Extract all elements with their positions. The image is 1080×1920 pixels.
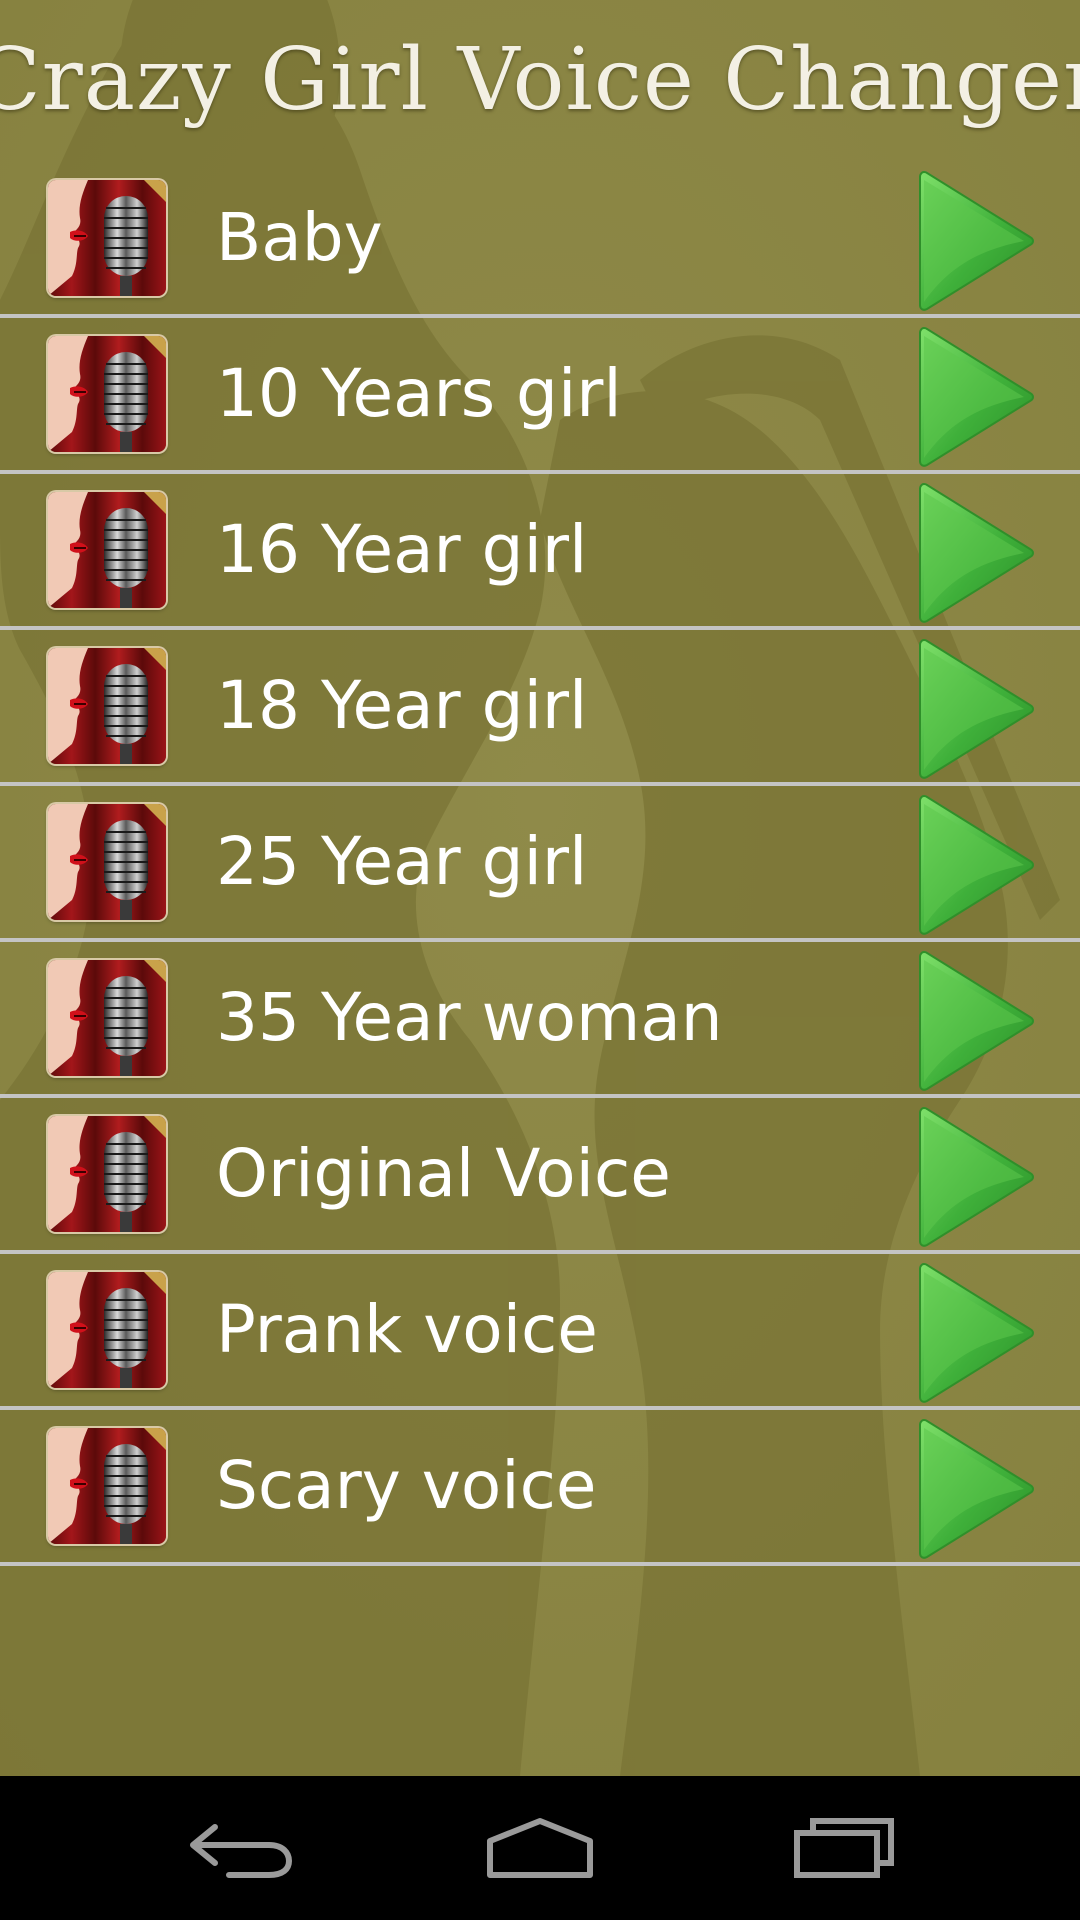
voice-label: Baby [216,199,383,276]
singer-microphone-icon [48,960,166,1076]
voice-label: 25 Year girl [216,823,588,900]
home-icon[interactable] [440,1776,640,1920]
voice-label: Prank voice [216,1291,598,1368]
screen: Crazy Girl Voice Changer Baby 10 Years g… [0,0,1080,1920]
voice-row[interactable]: Baby [0,162,1080,318]
voice-label: 16 Year girl [216,511,588,588]
play-icon[interactable] [918,324,1038,470]
singer-microphone-icon [48,180,166,296]
voice-label: 10 Years girl [216,355,622,432]
voice-row[interactable]: 35 Year woman [0,942,1080,1098]
play-icon[interactable] [918,480,1038,626]
voice-row[interactable]: 10 Years girl [0,318,1080,474]
voice-label: 35 Year woman [216,979,723,1056]
voice-row[interactable]: 16 Year girl [0,474,1080,630]
play-icon[interactable] [918,168,1038,314]
singer-microphone-icon [48,1272,166,1388]
singer-microphone-icon [48,336,166,452]
app-title: Crazy Girl Voice Changer [0,30,1080,130]
singer-microphone-icon [48,648,166,764]
back-icon[interactable] [140,1776,340,1920]
singer-microphone-icon [48,804,166,920]
play-icon[interactable] [918,1416,1038,1562]
voice-row[interactable]: Prank voice [0,1254,1080,1410]
recents-icon[interactable] [744,1776,944,1920]
singer-microphone-icon [48,492,166,608]
voice-list: Baby 10 Years girl 16 Year girl 18 Year … [0,162,1080,1566]
play-icon[interactable] [918,636,1038,782]
voice-label: Scary voice [216,1447,597,1524]
voice-row[interactable]: 25 Year girl [0,786,1080,942]
play-icon[interactable] [918,1104,1038,1250]
voice-row[interactable]: 18 Year girl [0,630,1080,786]
voice-label: Original Voice [216,1135,671,1212]
play-icon[interactable] [918,948,1038,1094]
voice-label: 18 Year girl [216,667,588,744]
navigation-bar [0,1776,1080,1920]
voice-row[interactable]: Original Voice [0,1098,1080,1254]
play-icon[interactable] [918,1260,1038,1406]
play-icon[interactable] [918,792,1038,938]
singer-microphone-icon [48,1116,166,1232]
app-content: Crazy Girl Voice Changer Baby 10 Years g… [0,0,1080,1776]
voice-row[interactable]: Scary voice [0,1410,1080,1566]
singer-microphone-icon [48,1428,166,1544]
